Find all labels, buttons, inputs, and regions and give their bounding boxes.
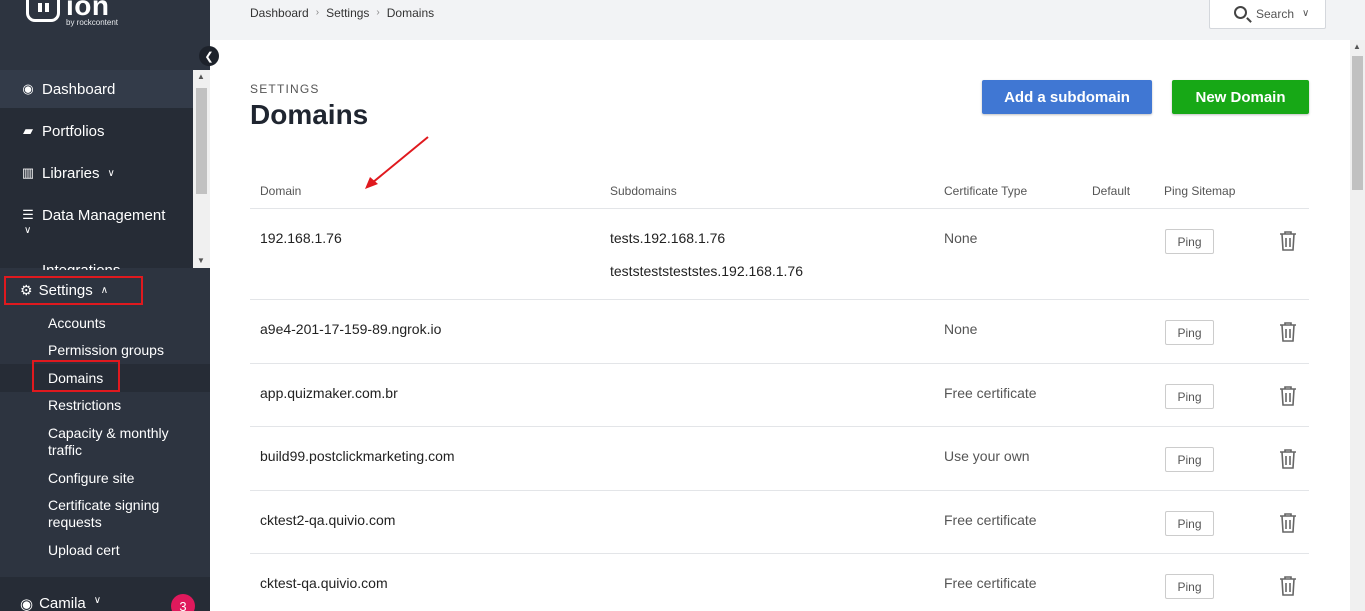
sidebar-item-label: Data Management: [42, 207, 166, 224]
table-row: build99.postclickmarketing.com Use your …: [250, 427, 1309, 491]
breadcrumb-settings[interactable]: Settings: [326, 6, 369, 20]
certificate-cell: Free certificate: [944, 575, 1037, 591]
search-label: Search: [1256, 6, 1295, 21]
page-title: Domains: [250, 99, 369, 130]
page-scroll-thumb[interactable]: [1352, 56, 1363, 190]
trash-icon[interactable]: [1279, 386, 1297, 406]
column-header-default: Default: [1092, 184, 1131, 198]
sidebar-item-label: Dashboard: [42, 80, 116, 98]
chevron-up-icon: ∧: [100, 285, 109, 296]
sidebar-scroll-thumb[interactable]: [196, 88, 207, 194]
scroll-down-arrow-icon[interactable]: ▼: [197, 256, 205, 265]
domain-cell: 192.168.1.76: [260, 230, 342, 246]
brand-byline: by rockcontent: [66, 18, 119, 27]
column-header-subdomains: Subdomains: [610, 184, 677, 198]
domain-cell: build99.postclickmarketing.com: [260, 448, 455, 464]
ping-button[interactable]: Ping: [1165, 384, 1214, 409]
books-icon: ▥: [21, 165, 35, 180]
chevron-down-icon: ∨: [107, 167, 115, 179]
settings-item-upload-cert[interactable]: Upload cert: [48, 542, 198, 559]
domains-table: Domain Subdomains Certificate Type Defau…: [250, 170, 1309, 611]
breadcrumb-domains: Domains: [386, 6, 435, 20]
certificate-cell: Free certificate: [944, 385, 1037, 401]
brand-name: ion: [66, 0, 110, 21]
certificate-cell: Use your own: [944, 448, 1030, 464]
breadcrumb-separator-icon: ›: [376, 7, 380, 18]
topbar: Dashboard › Settings › Domains Search ∨: [210, 0, 1365, 40]
chevron-left-icon: ❮: [204, 50, 214, 63]
ping-button[interactable]: Ping: [1165, 229, 1214, 254]
subdomain-cell: teststeststeststes.192.168.1.76: [610, 263, 804, 279]
table-row: cktest-qa.quivio.com Free certificate Pi…: [250, 554, 1309, 611]
search-button[interactable]: Search ∨: [1209, 0, 1326, 29]
sidebar-item-label: Portfolios: [42, 122, 105, 140]
sidebar-item-integrations[interactable]: Integrations: [42, 262, 120, 270]
settings-item-restrictions[interactable]: Restrictions: [48, 397, 198, 414]
table-row: cktest2-qa.quivio.com Free certificate P…: [250, 491, 1309, 554]
page-scrollbar[interactable]: ▲: [1350, 40, 1365, 611]
subdomain-cell: tests.192.168.1.76: [610, 230, 726, 246]
sidebar-collapse-button[interactable]: ❮: [199, 46, 219, 66]
domains-highlight-box: [32, 360, 120, 392]
column-header-certificate: Certificate Type: [944, 184, 1028, 198]
ion-logo[interactable]: ion by rockcontent: [26, 0, 118, 27]
breadcrumb-separator-icon: ›: [315, 7, 320, 18]
add-subdomain-button[interactable]: Add a subdomain: [982, 80, 1152, 114]
settings-item-accounts[interactable]: Accounts: [48, 315, 198, 332]
sidebar-item-dashboard[interactable]: ◉ Dashboard: [0, 70, 193, 108]
user-name: Camila: [39, 595, 86, 611]
ion-logo-icon: [26, 0, 60, 22]
ping-button[interactable]: Ping: [1165, 574, 1214, 599]
certificate-cell: None: [944, 321, 978, 337]
database-icon: ☰: [22, 207, 34, 222]
table-row: a9e4-201-17-159-89.ngrok.io None Ping: [250, 300, 1309, 364]
table-row: app.quizmaker.com.br Free certificate Pi…: [250, 364, 1309, 427]
domain-cell: cktest-qa.quivio.com: [260, 575, 388, 591]
sidebar-scrollbar[interactable]: ▲ ▼: [193, 70, 210, 268]
scroll-up-arrow-icon[interactable]: ▲: [1353, 42, 1361, 51]
gear-icon: ⚙: [20, 282, 33, 298]
domain-cell: a9e4-201-17-159-89.ngrok.io: [260, 321, 442, 337]
folder-icon: ▰: [23, 123, 33, 138]
chevron-down-icon: ∨: [1302, 8, 1310, 19]
sidebar-item-settings[interactable]: ⚙ Settings ∧: [4, 276, 143, 305]
certificate-cell: None: [944, 230, 978, 246]
page-section-label: SETTINGS: [250, 82, 320, 96]
sidebar-item-label: Libraries: [42, 164, 100, 182]
column-header-domain: Domain: [260, 184, 302, 198]
chevron-down-icon: ∨: [24, 225, 32, 236]
domain-cell: cktest2-qa.quivio.com: [260, 512, 396, 528]
ping-button[interactable]: Ping: [1165, 320, 1214, 345]
trash-icon[interactable]: [1279, 576, 1297, 596]
sidebar-item-libraries[interactable]: ▥ Libraries ∨: [0, 154, 193, 192]
chevron-down-icon: ∨: [93, 595, 102, 606]
certificate-cell: Free certificate: [944, 512, 1037, 528]
ping-button[interactable]: Ping: [1165, 511, 1214, 536]
sidebar-item-label: Settings: [38, 282, 93, 299]
user-circle-icon: ◉: [22, 81, 34, 96]
trash-icon[interactable]: [1279, 231, 1297, 251]
column-header-ping: Ping Sitemap: [1164, 184, 1236, 198]
trash-icon[interactable]: [1279, 449, 1297, 469]
table-header: Domain Subdomains Certificate Type Defau…: [250, 170, 1309, 209]
trash-icon[interactable]: [1279, 322, 1297, 342]
notification-badge[interactable]: 3: [171, 594, 195, 611]
settings-item-permission-groups[interactable]: Permission groups: [48, 342, 198, 359]
settings-item-configure-site[interactable]: Configure site: [48, 470, 198, 487]
main-panel: SETTINGS Domains Add a subdomain New Dom…: [210, 40, 1350, 611]
new-domain-button[interactable]: New Domain: [1172, 80, 1309, 114]
domain-cell: app.quizmaker.com.br: [260, 385, 398, 401]
settings-item-certificate-signing[interactable]: Certificate signing requests: [48, 497, 173, 531]
scroll-up-arrow-icon[interactable]: ▲: [197, 72, 205, 81]
breadcrumb-dashboard[interactable]: Dashboard: [250, 6, 309, 20]
sidebar: ion by rockcontent ▲ ▼ ◉ Dashboard ▰ Por…: [0, 0, 210, 611]
search-icon: [1234, 6, 1247, 19]
sidebar-item-portfolios[interactable]: ▰ Portfolios: [0, 112, 193, 150]
trash-icon[interactable]: [1279, 513, 1297, 533]
breadcrumb: Dashboard › Settings › Domains: [250, 6, 434, 20]
user-circle-icon: ◉: [20, 596, 34, 611]
settings-item-capacity[interactable]: Capacity & monthly traffic: [48, 425, 178, 459]
ping-button[interactable]: Ping: [1165, 447, 1214, 472]
table-row: 192.168.1.76 tests.192.168.1.76 teststes…: [250, 209, 1309, 300]
